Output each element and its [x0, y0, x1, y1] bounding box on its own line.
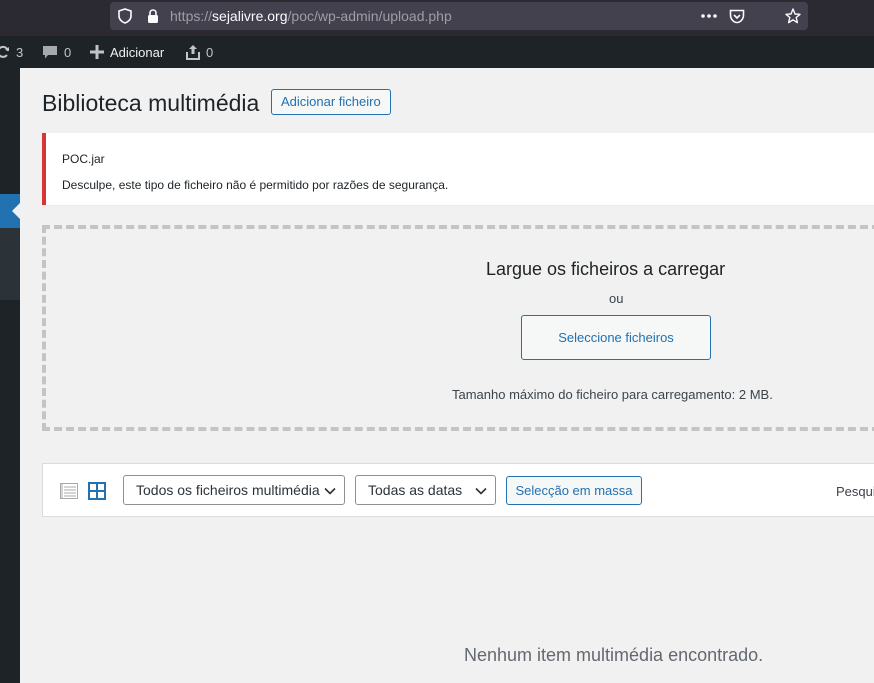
browser-toolbar: https://sejalivre.org/poc/wp-admin/uploa… — [0, 0, 874, 36]
uploads-count: 0 — [206, 44, 214, 60]
max-upload-size: Tamanho máximo do ficheiro para carregam… — [452, 387, 773, 402]
uploads-item[interactable]: 0 — [186, 36, 213, 68]
upload-icon — [186, 44, 200, 60]
dropzone-title: Largue os ficheiros a carregar — [486, 259, 726, 279]
list-view-icon[interactable] — [60, 482, 78, 500]
bulk-select-button[interactable]: Selecção em massa — [506, 476, 642, 505]
bookmark-star-icon[interactable] — [784, 7, 802, 25]
chevron-down-icon — [475, 484, 487, 500]
notice-filename: POC.jar — [62, 152, 105, 166]
date-filter-value: Todas as datas — [368, 482, 463, 498]
updates-icon — [0, 45, 10, 59]
search-label: Pesqui — [836, 484, 874, 499]
admin-bar: 3 0 Adicionar 0 — [0, 36, 874, 68]
select-files-button[interactable]: Seleccione ficheiros — [521, 315, 711, 360]
dropzone-or: ou — [609, 291, 624, 306]
url-text: https://sejalivre.org/poc/wp-admin/uploa… — [170, 8, 452, 24]
comment-icon — [42, 45, 58, 60]
media-type-filter-value: Todos os ficheiros multimédia — [136, 482, 320, 498]
plus-icon — [90, 45, 104, 59]
pocket-icon[interactable] — [728, 7, 746, 25]
lock-icon[interactable] — [144, 7, 162, 25]
notice-message: Desculpe, este tipo de ficheiro não é pe… — [62, 178, 449, 192]
error-notice: POC.jar Desculpe, este tipo de ficheiro … — [42, 133, 874, 205]
empty-state-message: Nenhum item multimédia encontrado. — [464, 645, 764, 665]
shield-icon[interactable] — [116, 7, 134, 25]
date-filter[interactable]: Todas as datas — [355, 475, 496, 505]
chevron-down-icon — [324, 484, 336, 500]
page-title: Biblioteca multimédia — [42, 90, 260, 116]
add-new-label: Adicionar — [110, 44, 165, 60]
comments-item[interactable]: 0 — [42, 36, 71, 68]
comments-count: 0 — [64, 44, 72, 60]
updates-count: 3 — [16, 44, 24, 60]
add-file-button[interactable]: Adicionar ficheiro — [271, 89, 391, 115]
grid-view-icon[interactable] — [88, 482, 106, 500]
add-new-item[interactable]: Adicionar — [90, 36, 164, 68]
updates-item[interactable]: 3 — [0, 36, 23, 68]
more-icon[interactable] — [700, 7, 718, 25]
sidebar-item-media[interactable] — [0, 194, 20, 228]
sidebar-submenu[interactable] — [0, 228, 20, 300]
address-bar[interactable]: https://sejalivre.org/poc/wp-admin/uploa… — [110, 2, 808, 30]
admin-sidebar — [0, 68, 20, 683]
media-type-filter[interactable]: Todos os ficheiros multimédia — [123, 475, 345, 505]
